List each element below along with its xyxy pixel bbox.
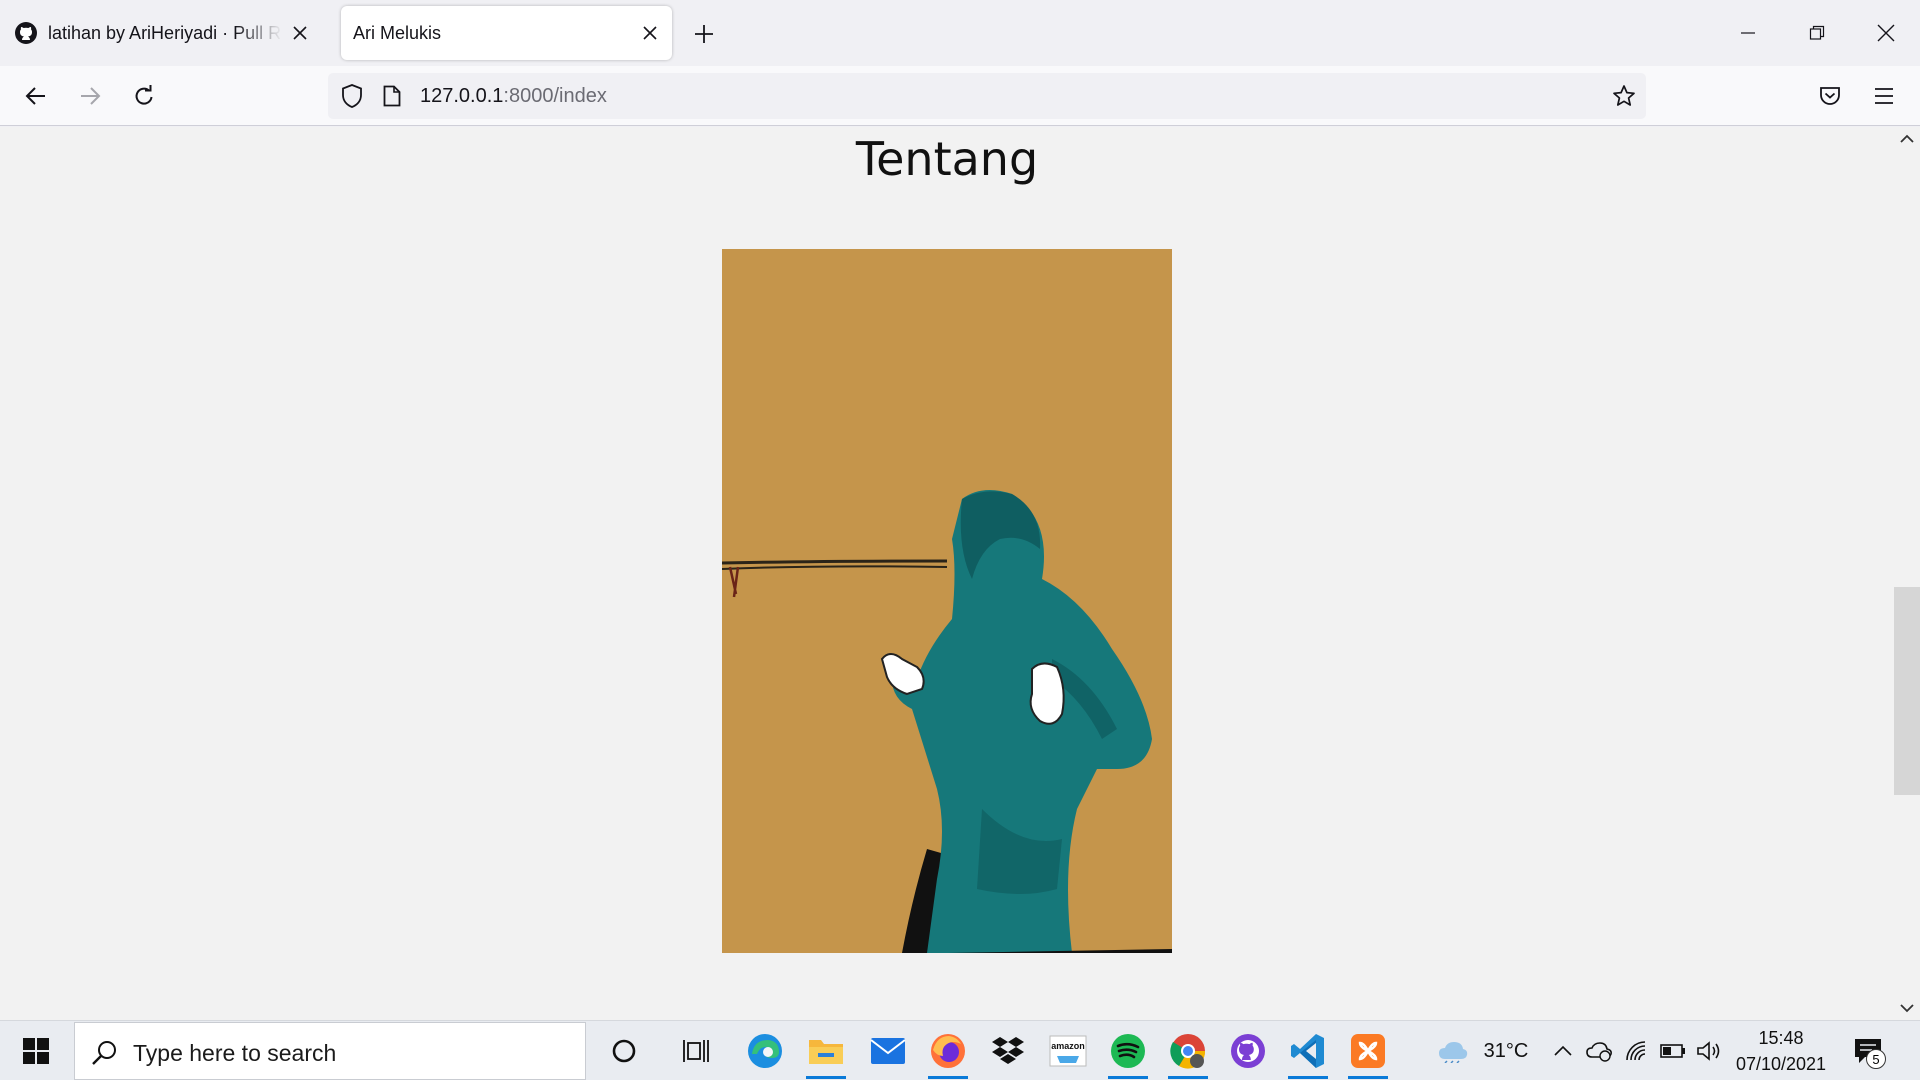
chrome-icon[interactable]: [1166, 1029, 1210, 1079]
close-tab-icon[interactable]: [632, 15, 668, 51]
tracking-protection-shield-icon[interactable]: [340, 84, 364, 108]
tab-title: Ari Melukis: [353, 22, 442, 43]
reload-icon: [135, 85, 153, 105]
action-center-button[interactable]: 5: [1848, 1033, 1888, 1069]
reload-button[interactable]: [124, 76, 164, 116]
clock-time: 15:48: [1758, 1028, 1804, 1048]
volume-icon[interactable]: [1694, 1035, 1724, 1067]
page-info-icon[interactable]: [380, 84, 404, 108]
start-button[interactable]: [14, 1033, 58, 1069]
firefox-icon[interactable]: [926, 1029, 970, 1079]
page-viewport: Tentang: [0, 127, 1894, 1020]
url-text: 127.0.0.1:8000/index: [420, 84, 607, 108]
wifi-icon[interactable]: [1622, 1035, 1652, 1067]
vscode-icon[interactable]: [1286, 1029, 1330, 1079]
navigation-toolbar: 127.0.0.1:8000/index: [0, 66, 1920, 126]
dropbox-icon[interactable]: [986, 1029, 1030, 1073]
hoodie-illustration-image: [721, 249, 1172, 953]
back-arrow-icon: [25, 87, 45, 105]
minimize-window-button[interactable]: [1714, 0, 1782, 66]
url-path: :8000/index: [503, 85, 607, 107]
close-tab-icon[interactable]: [282, 15, 318, 51]
github-icon: [14, 21, 38, 45]
pocket-button[interactable]: [1810, 76, 1850, 116]
running-app-indicator: [1108, 1076, 1148, 1079]
pocket-icon: [1820, 87, 1840, 105]
taskbar-search-box[interactable]: Type here to search: [74, 1022, 586, 1080]
application-menu-button[interactable]: [1864, 76, 1904, 116]
clock-date: 07/10/2021: [1735, 1054, 1827, 1074]
github-desktop-icon[interactable]: [1226, 1029, 1270, 1073]
scrollbar-thumb[interactable]: [1894, 587, 1920, 795]
task-view-icon[interactable]: [674, 1029, 718, 1073]
running-app-indicator: [1288, 1076, 1328, 1079]
page-heading: Tentang: [855, 132, 1039, 186]
spotify-icon[interactable]: [1106, 1029, 1150, 1079]
xampp-icon[interactable]: [1346, 1029, 1390, 1079]
running-app-indicator: [1348, 1076, 1388, 1079]
windows-taskbar: Type here to search amazon 31°C 15:48 07…: [0, 1020, 1920, 1080]
tab-strip: latihan by AriHeriyadi · Pull Requests A…: [0, 0, 1920, 66]
search-icon: [92, 1041, 116, 1065]
edge-icon[interactable]: [743, 1029, 787, 1073]
back-button[interactable]: [16, 76, 56, 116]
running-app-indicator: [806, 1076, 846, 1079]
svg-text:amazon: amazon: [1051, 1041, 1085, 1051]
scroll-down-icon[interactable]: [1899, 1000, 1915, 1016]
forward-button[interactable]: [70, 76, 110, 116]
bookmark-star-icon[interactable]: [1612, 84, 1636, 108]
search-placeholder: Type here to search: [133, 1040, 337, 1066]
mail-icon[interactable]: [866, 1029, 910, 1073]
taskbar-clock[interactable]: 15:48 07/10/2021: [1728, 1025, 1834, 1077]
restore-window-button[interactable]: [1783, 0, 1851, 66]
cortana-icon[interactable]: [602, 1029, 646, 1073]
onedrive-sync-icon[interactable]: [1584, 1035, 1614, 1067]
windows-logo-icon: [23, 1038, 49, 1064]
tab-title: latihan by AriHeriyadi · Pull Requests: [48, 22, 282, 43]
close-window-button[interactable]: [1852, 0, 1920, 66]
url-host: 127.0.0.1: [420, 85, 504, 107]
scroll-up-icon[interactable]: [1899, 131, 1915, 147]
weather-temperature[interactable]: 31°C: [1476, 1035, 1536, 1067]
show-hidden-icons-chevron-icon[interactable]: [1550, 1035, 1576, 1067]
amazon-icon[interactable]: amazon: [1046, 1029, 1090, 1073]
weather-cloud-icon[interactable]: [1436, 1035, 1470, 1067]
vertical-scrollbar[interactable]: [1894, 127, 1920, 1020]
running-app-indicator: [1168, 1076, 1208, 1079]
new-tab-button[interactable]: [686, 16, 722, 52]
running-app-indicator: [928, 1076, 968, 1079]
forward-arrow-icon: [81, 87, 101, 105]
tab-github-pull-requests[interactable]: latihan by AriHeriyadi · Pull Requests: [6, 6, 322, 60]
address-bar[interactable]: 127.0.0.1:8000/index: [328, 73, 1646, 119]
battery-icon[interactable]: [1658, 1035, 1688, 1067]
tab-ari-melukis[interactable]: Ari Melukis: [341, 6, 672, 60]
notification-count-badge: 5: [1866, 1049, 1886, 1069]
file-explorer-icon[interactable]: [804, 1029, 848, 1079]
hamburger-menu-icon: [1875, 88, 1893, 104]
